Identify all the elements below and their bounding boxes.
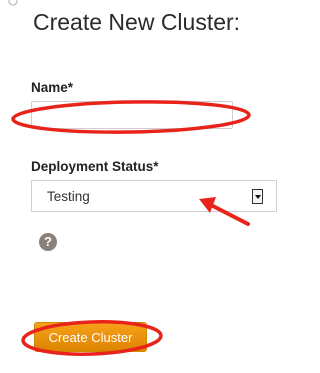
name-field[interactable] xyxy=(31,101,233,129)
page-title: Create New Cluster: xyxy=(33,9,241,35)
chevron-down-icon[interactable] xyxy=(252,189,263,204)
name-label: Name* xyxy=(31,80,74,95)
gear-icon xyxy=(8,0,18,6)
create-cluster-button[interactable]: Create Cluster xyxy=(34,322,147,352)
create-cluster-page: Create New Cluster: Name* Deployment Sta… xyxy=(0,0,310,373)
help-question-icon[interactable]: ? xyxy=(39,233,57,251)
deployment-status-label: Deployment Status* xyxy=(31,159,159,174)
deployment-status-select[interactable]: Testing xyxy=(31,180,277,212)
deployment-status-value: Testing xyxy=(47,189,90,204)
